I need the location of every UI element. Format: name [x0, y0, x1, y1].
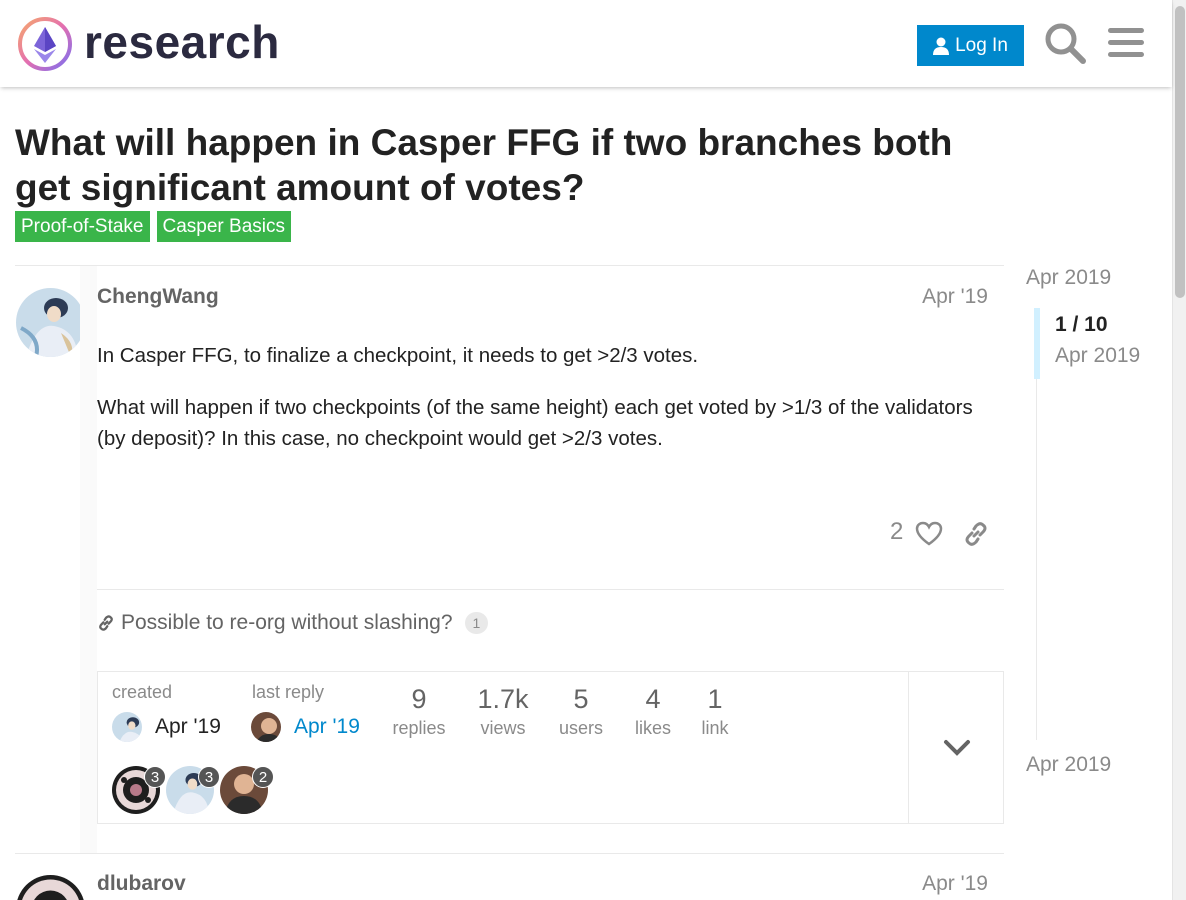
heart-icon[interactable] [915, 520, 943, 548]
post-count-badge: 3 [144, 766, 166, 788]
linked-topic[interactable]: Possible to re-org without slashing? 1 [97, 611, 489, 635]
site-header: research Log In [0, 0, 1172, 87]
stat-label: views [480, 718, 526, 738]
post-date[interactable]: Apr '19 [922, 872, 988, 896]
stat-links: 1 link [698, 684, 732, 739]
avatar[interactable] [251, 712, 281, 742]
login-label: Log In [955, 34, 1008, 56]
stat-label: users [558, 718, 603, 738]
stat-number: 9 [411, 684, 427, 714]
divider [15, 853, 1004, 854]
stat-number: 4 [645, 684, 661, 714]
stat-replies: 9 replies [388, 684, 450, 739]
timeline-start-date[interactable]: Apr 2019 [1026, 266, 1111, 290]
post-username[interactable]: ChengWang [97, 285, 219, 309]
stat-likes: 4 likes [630, 684, 676, 739]
timeline-position-date: Apr 2019 [1055, 344, 1141, 367]
avatar[interactable] [16, 288, 85, 357]
linked-click-count: 1 [464, 612, 489, 634]
user-icon [933, 37, 950, 55]
post-paragraph: In Casper FFG, to finalize a checkpoint,… [97, 344, 699, 367]
timeline-end-date[interactable]: Apr 2019 [1026, 753, 1111, 777]
last-reply-date[interactable]: Apr '19 [294, 715, 360, 739]
created-date[interactable]: Apr '19 [155, 715, 221, 739]
like-count[interactable]: 2 [890, 518, 903, 546]
topic-map-expand-button[interactable] [908, 672, 1004, 823]
post-username[interactable]: dlubarov [97, 872, 186, 896]
created-label: created [112, 682, 173, 702]
linked-topic-title[interactable]: Possible to re-org without slashing? [121, 611, 453, 635]
avatar[interactable] [112, 712, 142, 742]
site-name[interactable]: research [84, 14, 280, 70]
post-paragraph: What will happen if two checkpoints (of … [97, 396, 973, 450]
post-count-badge: 3 [198, 766, 220, 788]
stat-views: 1.7k views [471, 684, 535, 739]
tag-casper-basics[interactable]: Casper Basics [156, 211, 291, 242]
link-icon [99, 615, 113, 631]
divider [15, 265, 1004, 266]
scrollbar-thumb[interactable] [1175, 6, 1185, 298]
chevron-down-icon [943, 739, 970, 756]
topic-title[interactable]: What will happen in Casper FFG if two br… [15, 120, 1015, 210]
timeline-handle[interactable] [1034, 308, 1040, 379]
post-gutter [80, 266, 97, 853]
stat-label: link [701, 718, 729, 738]
search-icon[interactable] [1044, 22, 1086, 64]
divider [97, 589, 1004, 590]
hamburger-menu-icon[interactable] [1106, 22, 1148, 64]
last-reply-label: last reply [252, 682, 325, 702]
post-body: In Casper FFG, to finalize a checkpoint,… [97, 340, 977, 475]
stat-number: 1.7k [477, 684, 529, 714]
stat-label: replies [392, 718, 446, 738]
post-date[interactable]: Apr '19 [922, 285, 988, 309]
login-button[interactable]: Log In [917, 25, 1024, 66]
stat-users: 5 users [554, 684, 608, 739]
site-logo[interactable] [17, 16, 73, 72]
topic-tags: Proof-of-Stake Casper Basics [15, 211, 291, 242]
topic-map: created Apr '19 last reply Apr '19 9 rep… [97, 671, 1004, 824]
tag-proof-of-stake[interactable]: Proof-of-Stake [15, 211, 150, 242]
share-link-icon[interactable] [962, 520, 990, 548]
timeline-position[interactable]: 1 / 10 [1055, 313, 1108, 337]
post-count-badge: 2 [252, 766, 274, 788]
avatar[interactable] [16, 875, 85, 900]
stat-number: 1 [707, 684, 723, 714]
stat-label: likes [634, 718, 671, 738]
stat-number: 5 [573, 684, 589, 714]
page-scrollbar[interactable] [1172, 0, 1186, 900]
